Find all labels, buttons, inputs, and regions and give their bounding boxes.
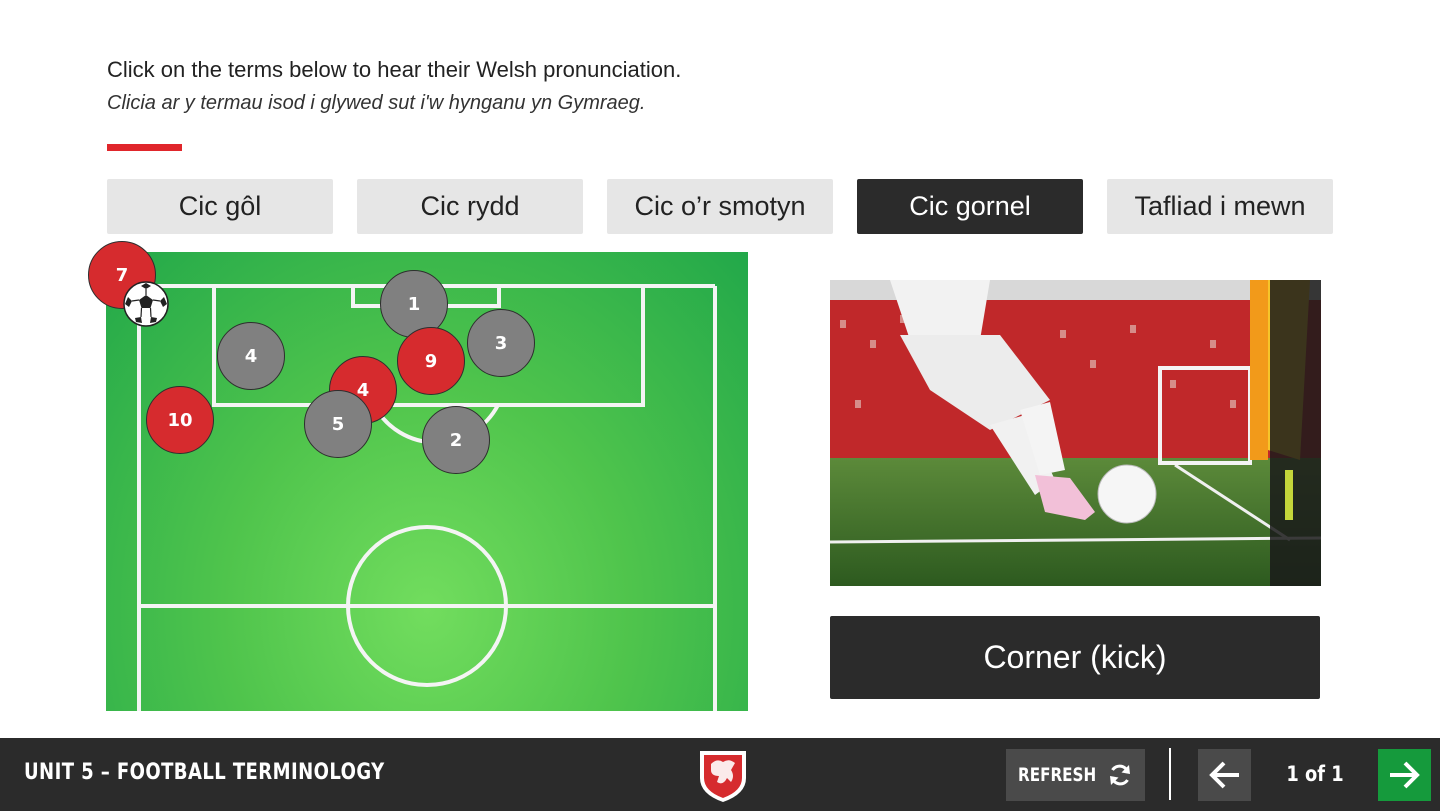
player-marker[interactable]: 5 (304, 390, 372, 458)
refresh-icon (1110, 764, 1130, 786)
player-marker[interactable]: 10 (146, 386, 214, 454)
tab-cic-gornel[interactable]: Cic gornel (857, 179, 1083, 234)
footer-divider (1169, 748, 1171, 800)
next-button[interactable] (1378, 749, 1431, 801)
unit-title: UNIT 5 – FOOTBALL TERMINOLOGY (24, 760, 385, 785)
tab-tafliad-i-mewn[interactable]: Tafliad i mewn (1107, 179, 1333, 234)
refresh-button[interactable]: REFRESH (1006, 749, 1145, 801)
red-accent-rule (107, 144, 182, 151)
player-marker[interactable]: 9 (397, 327, 465, 395)
answer-translation: Corner (kick) (830, 616, 1320, 699)
arrow-right-icon (1390, 761, 1420, 789)
wales-dragon-crest-icon (700, 751, 746, 802)
player-marker[interactable]: 2 (422, 406, 490, 474)
previous-button[interactable] (1198, 749, 1251, 801)
term-tabs: Cic gôl Cic rydd Cic o’r smotyn Cic gorn… (107, 179, 1333, 234)
tab-cic-or-smotyn[interactable]: Cic o’r smotyn (607, 179, 833, 234)
instruction-welsh: Clicia ar y termau isod i glywed sut i'w… (107, 92, 646, 114)
tab-cic-rydd[interactable]: Cic rydd (357, 179, 583, 234)
footer-bar: UNIT 5 – FOOTBALL TERMINOLOGY REFRESH 1 … (0, 738, 1440, 811)
player-marker[interactable]: 4 (217, 322, 285, 390)
football-icon[interactable] (122, 280, 170, 328)
page-indicator: 1 of 1 (1286, 762, 1344, 786)
refresh-label: REFRESH (1018, 764, 1097, 786)
arrow-left-icon (1209, 761, 1239, 789)
instruction-english: Click on the terms below to hear their W… (107, 57, 682, 82)
corner-kick-photo (830, 280, 1321, 586)
tab-cic-gol[interactable]: Cic gôl (107, 179, 333, 234)
player-marker[interactable]: 3 (467, 309, 535, 377)
